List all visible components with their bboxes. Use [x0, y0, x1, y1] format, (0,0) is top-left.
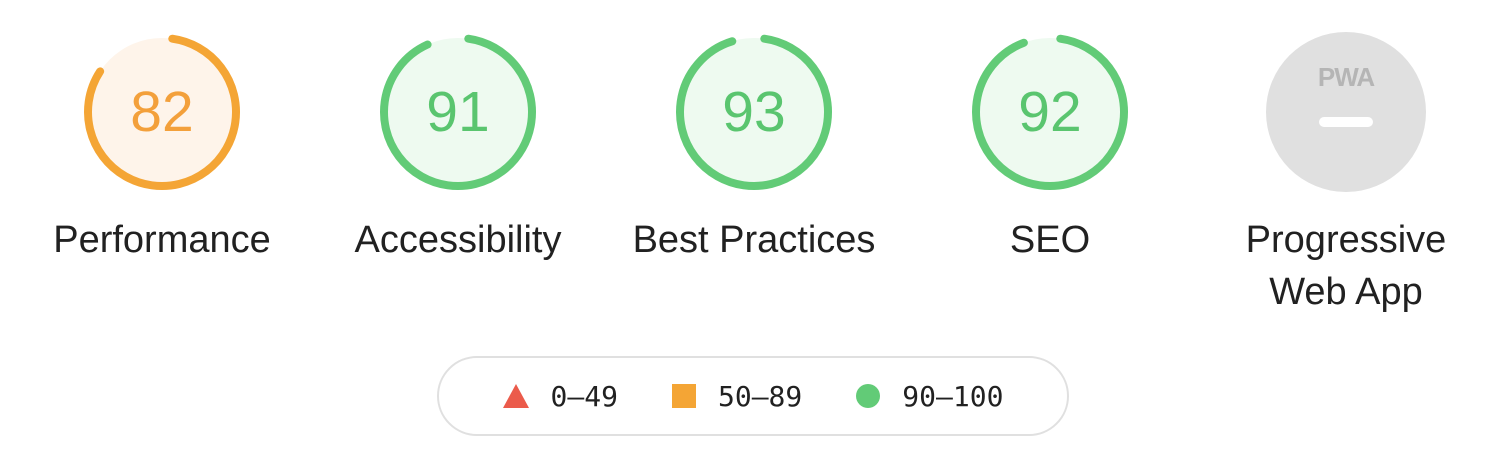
gauge-pwa[interactable]: PWA Progressive Web App — [1196, 32, 1496, 318]
accessibility-score: 91 — [426, 80, 489, 144]
accessibility-label: Accessibility — [354, 219, 562, 261]
gauge-seo[interactable]: 92 SEO — [900, 32, 1200, 266]
pwa-gauge: PWA — [1266, 32, 1426, 192]
legend-item-fail: 0–49 — [502, 379, 618, 413]
red-triangle-icon — [502, 384, 529, 408]
legend-range-fail: 0–49 — [550, 379, 618, 413]
legend-item-pass: 90–100 — [856, 380, 1003, 413]
pwa-logo-icon: PWA — [1318, 62, 1375, 92]
seo-label: SEO — [1009, 219, 1091, 261]
pwa-no-score-dash — [1319, 117, 1373, 127]
orange-square-icon — [671, 384, 696, 408]
performance-gauge-ring: 82 — [83, 33, 240, 190]
performance-label: Performance — [53, 219, 271, 261]
seo-gauge-ring: 92 — [972, 33, 1128, 190]
best-practices-score: 93 — [722, 80, 785, 144]
score-scale-legend: 0–49 50–89 90–100 — [437, 356, 1069, 436]
performance-score: 82 — [130, 80, 193, 144]
gauge-best-practices[interactable]: 93 Best Practices — [604, 32, 904, 266]
pwa-label: Progressive Web App — [1245, 219, 1447, 313]
accessibility-gauge-ring: 91 — [380, 33, 536, 190]
gauge-accessibility[interactable]: 91 Accessibility — [308, 32, 608, 266]
best-practices-label: Best Practices — [632, 219, 876, 261]
best-practices-gauge-ring: 93 — [676, 33, 832, 190]
pwa-gauge-background — [1266, 32, 1426, 192]
legend-item-average: 50–89 — [671, 379, 803, 413]
seo-score: 92 — [1018, 80, 1081, 144]
legend-range-average: 50–89 — [717, 379, 803, 413]
category-gauges: 82 Performance 91 Accessibility 93 Best … — [0, 0, 1500, 320]
green-circle-icon — [856, 384, 881, 408]
legend-range-pass: 90–100 — [902, 379, 1004, 413]
gauge-performance[interactable]: 82 Performance — [12, 32, 312, 266]
